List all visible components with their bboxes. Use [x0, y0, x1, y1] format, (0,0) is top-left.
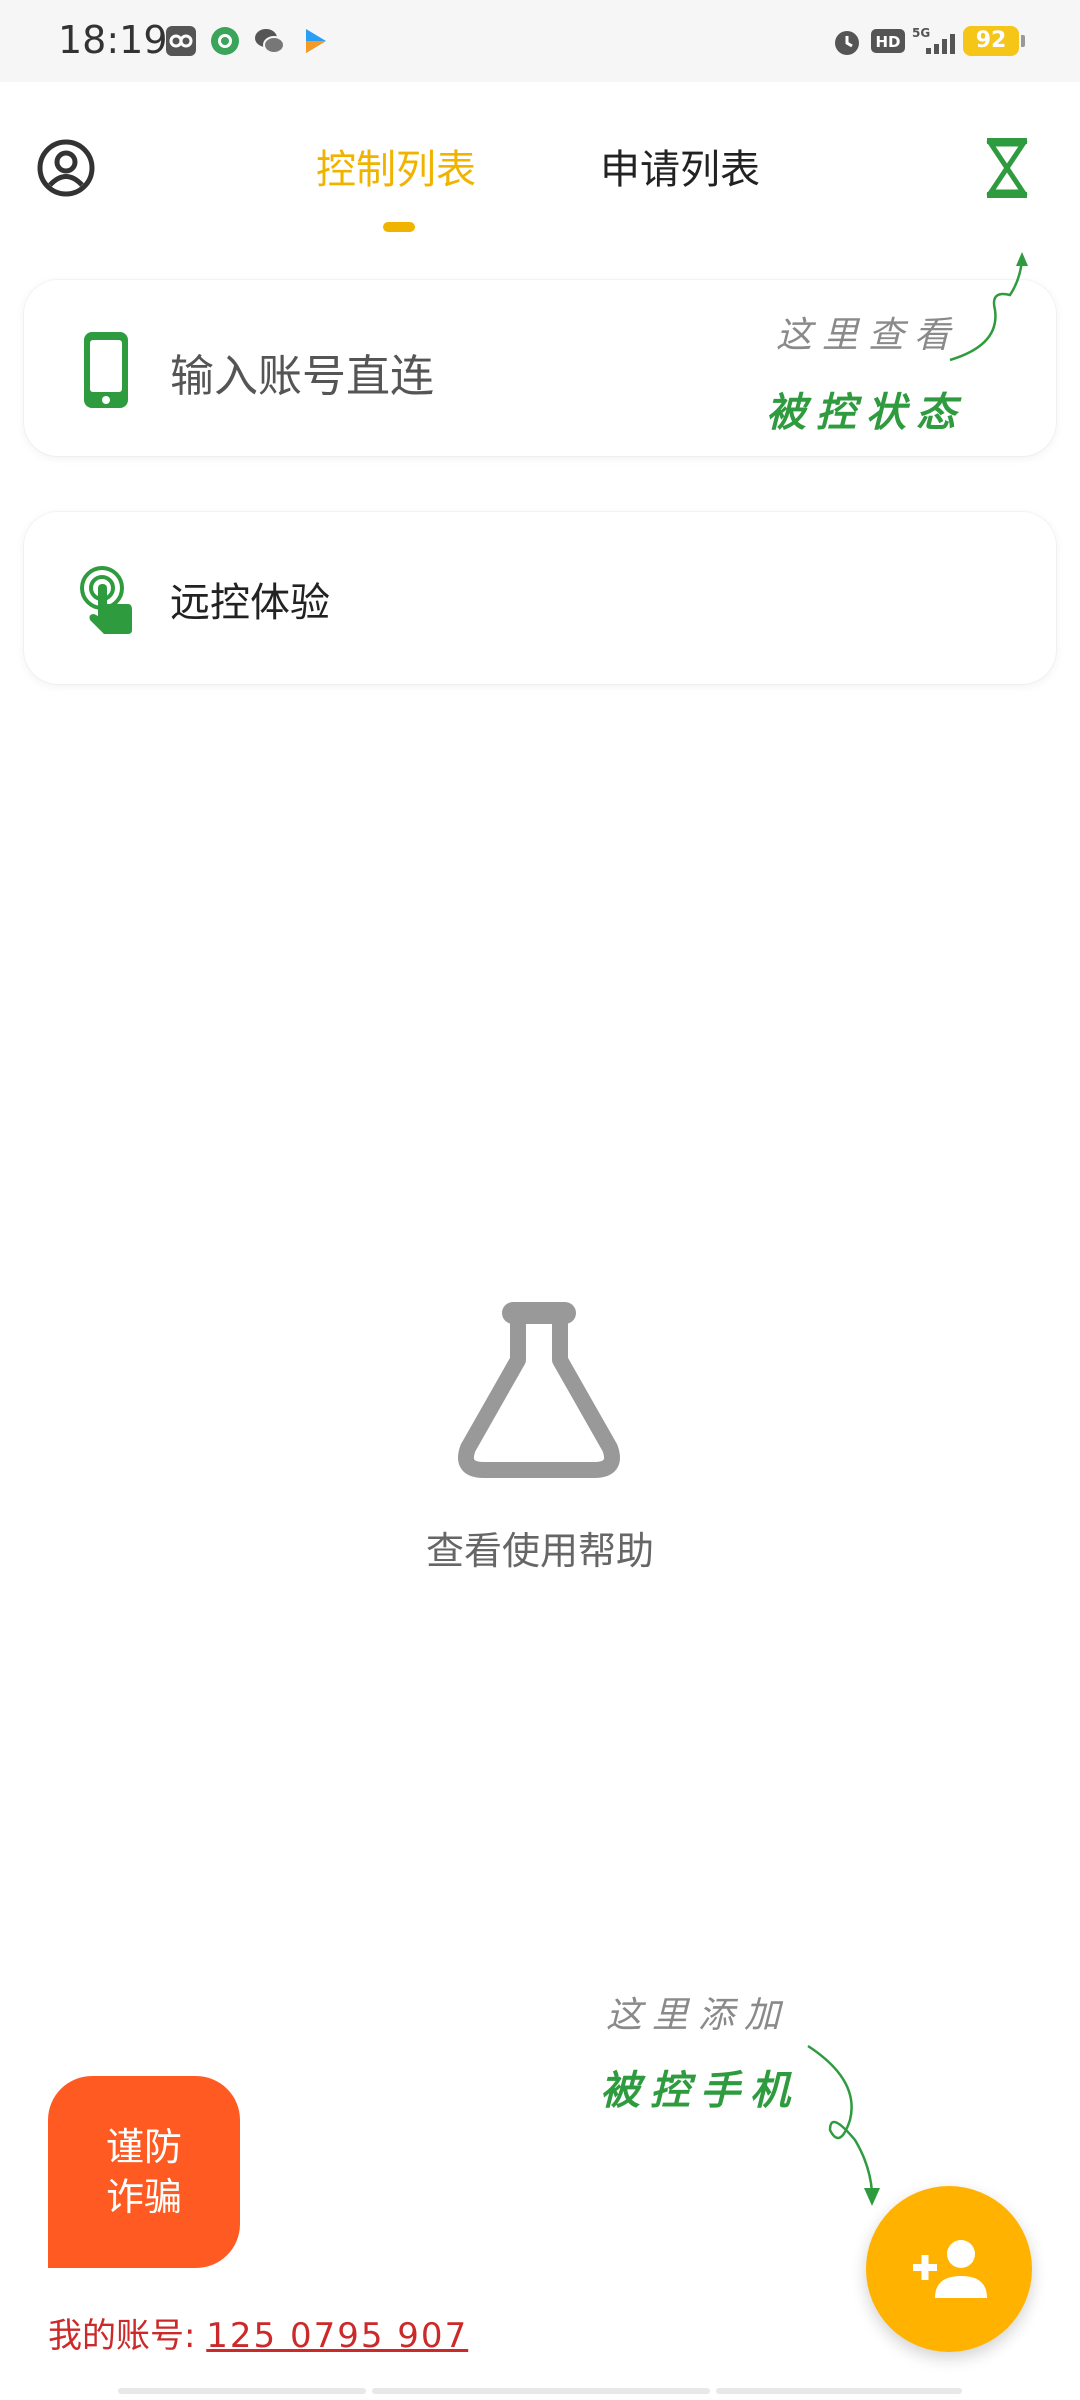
hint-add-line1: 这里添加	[606, 1995, 791, 2036]
phone-icon	[84, 332, 128, 408]
active-tab-indicator	[383, 222, 415, 232]
flask-icon[interactable]	[456, 1298, 622, 1480]
nav-bar-segment	[372, 2388, 710, 2394]
profile-icon[interactable]	[36, 138, 96, 198]
nav-bar-segment	[118, 2388, 366, 2394]
account-label: 我的账号:	[48, 2316, 207, 2356]
status-bar: 18:19 HD 5G 92	[0, 0, 1080, 82]
signal-5g-icon: 5G	[912, 26, 955, 54]
app-notification-icon	[166, 26, 196, 56]
status-time: 18:19	[58, 18, 168, 62]
tab-control-list[interactable]: 控制列表	[316, 140, 476, 200]
svg-text:5G: 5G	[912, 26, 930, 40]
hint-status-line2: 被控状态	[766, 389, 966, 436]
svg-text:HD: HD	[875, 33, 900, 51]
hourglass-icon[interactable]	[983, 135, 1031, 201]
alarm-icon	[835, 31, 859, 55]
hint-add-line2: 被控手机	[600, 2067, 800, 2114]
account-number[interactable]: 125 0795 907	[206, 2316, 468, 2356]
add-controlled-phone-button[interactable]	[866, 2186, 1032, 2352]
remote-trial-label: 远控体验	[170, 580, 330, 626]
tab-apply-list[interactable]: 申请列表	[600, 140, 760, 200]
anti-fraud-line2: 诈骗	[105, 2175, 182, 2219]
battery-indicator: 92	[963, 26, 1025, 56]
play-app-icon	[306, 29, 326, 53]
anti-fraud-button[interactable]: 谨防 诈骗	[48, 2076, 240, 2268]
my-account: 我的账号: 125 0795 907	[48, 2308, 468, 2357]
arrow-to-hourglass-icon	[949, 252, 1028, 362]
remote-trial-card[interactable]: 远控体验	[24, 512, 1056, 684]
wechat-icon	[255, 29, 285, 54]
browser-notification-icon	[211, 27, 239, 55]
hint-status-line1: 这里查看	[776, 315, 961, 356]
arrow-to-fab-icon	[807, 2044, 880, 2206]
hd-icon: HD	[871, 29, 905, 53]
nav-bar-segment	[716, 2388, 962, 2394]
help-link[interactable]: 查看使用帮助	[0, 1520, 1080, 1575]
anti-fraud-line1: 谨防	[105, 2125, 182, 2169]
direct-connect-label: 输入账号直连	[170, 351, 434, 402]
touch-icon	[80, 566, 132, 634]
add-user-icon	[913, 2240, 987, 2298]
